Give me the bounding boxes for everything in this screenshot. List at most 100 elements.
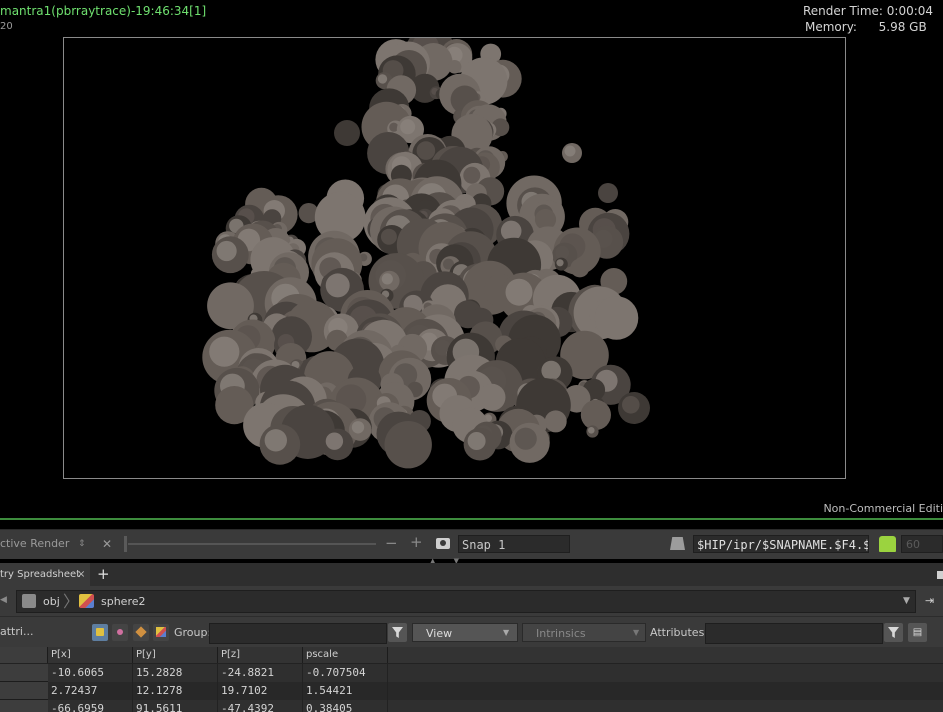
particle-sphere: [570, 258, 590, 278]
particle-highlight: [380, 228, 397, 245]
particle-highlight: [400, 119, 416, 135]
particle-highlight: [377, 74, 388, 84]
particle-highlight: [264, 429, 287, 452]
geometry-spreadsheet: P[x] P[y] P[z] pscale -10.6065 15.2828 -…: [0, 647, 943, 712]
node-label: attri...: [0, 625, 34, 638]
table-row[interactable]: -66.6959 91.5611 -47.4392 0.38405: [0, 700, 943, 712]
particle-sphere: [384, 421, 432, 469]
pane-menu-icon[interactable]: [937, 571, 943, 579]
group-input[interactable]: [209, 623, 387, 644]
spreadsheet-filter-bar: attri... Group: View ▼ Intrinsics ▼ Attr…: [0, 616, 943, 648]
group-label: Group:: [174, 626, 212, 639]
particle-highlight: [325, 273, 350, 298]
particle-highlight: [588, 427, 595, 434]
render-time-value: 0:00:04: [886, 4, 934, 18]
particle-highlight: [216, 240, 237, 262]
table-cell: 15.2828: [133, 664, 218, 682]
obj-network-icon: [22, 594, 36, 608]
particle-highlight: [564, 145, 576, 157]
row-header[interactable]: [0, 700, 48, 712]
table-cell: 19.7102: [218, 682, 303, 700]
column-header-px[interactable]: P[x]: [48, 647, 133, 663]
particle-sphere: [447, 60, 462, 74]
render-stats: Render Time: 0:00:04 Memory: 5.98 GB: [803, 4, 943, 36]
particle-highlight: [381, 273, 393, 285]
chevron-down-icon[interactable]: ▼: [633, 623, 639, 642]
frame-info: 20: [0, 21, 13, 32]
vertices-mode-icon[interactable]: [112, 624, 128, 641]
table-cell: 2.72437: [48, 682, 133, 700]
corner-header: [0, 647, 48, 663]
back-arrow-icon[interactable]: ◀: [0, 595, 7, 605]
particle-sphere: [478, 383, 506, 411]
breadcrumb-obj[interactable]: obj: [43, 591, 60, 612]
camera-snapshot-icon[interactable]: [436, 538, 450, 549]
output-path-field[interactable]: $HIP/ipr/$SNAPNAME.$F4.$S: [693, 535, 869, 553]
port-field[interactable]: 60: [901, 535, 943, 553]
close-tab-icon[interactable]: ×: [77, 563, 85, 586]
render-time-label: Render Time:: [803, 4, 883, 18]
group-filter-icon[interactable]: [388, 623, 407, 642]
breadcrumb-sphere2[interactable]: sphere2: [101, 591, 146, 612]
attributes-label: Attributes:: [650, 626, 709, 639]
viewport-border-line: [0, 518, 943, 520]
geometry-node-icon: [79, 594, 94, 608]
table-cell: -66.6959: [48, 700, 133, 712]
particle-highlight: [209, 336, 240, 367]
tab-label: try Spreadsheet: [0, 569, 81, 580]
particle-highlight: [467, 432, 486, 450]
particle-highlight: [351, 421, 365, 434]
memory-value: 5.98 GB: [878, 20, 927, 34]
points-mode-icon[interactable]: [92, 624, 108, 641]
pin-icon[interactable]: ⇥: [925, 594, 934, 607]
render-image-frame[interactable]: [63, 37, 846, 479]
pane-tab-bar: try Spreadsheet × +: [0, 563, 943, 586]
add-tab-icon[interactable]: +: [97, 565, 110, 583]
detail-mode-icon[interactable]: [153, 624, 169, 641]
snapshot-name-field[interactable]: Snap 1: [458, 535, 570, 553]
memory-label: Memory:: [805, 20, 857, 34]
render-time-row: Render Time: 0:00:04: [803, 4, 943, 20]
table-cell: 0.38405: [303, 700, 388, 712]
render-title: mantra1(pbrraytrace)-19:46:34[1]: [0, 4, 207, 18]
progress-handle[interactable]: [124, 536, 127, 552]
table-cell: 12.1278: [133, 682, 218, 700]
particle-sphere: [580, 399, 612, 430]
column-header-py[interactable]: P[y]: [133, 647, 218, 663]
column-menu-icon[interactable]: ▤: [908, 623, 927, 642]
chevron-down-icon[interactable]: ▼: [503, 623, 509, 642]
particle-sphere: [544, 410, 567, 433]
table-cell: 91.5611: [133, 700, 218, 712]
table-row[interactable]: -10.6065 15.2828 -24.8821 -0.707504: [0, 664, 943, 682]
table-cell: -10.6065: [48, 664, 133, 682]
minus-icon[interactable]: −: [385, 534, 398, 552]
row-header[interactable]: [0, 664, 48, 682]
column-header-pz[interactable]: P[z]: [218, 647, 303, 663]
rendered-particle-cloud: [202, 38, 650, 469]
particle-highlight: [541, 360, 561, 381]
cancel-render-icon[interactable]: ✕: [102, 535, 112, 553]
particle-highlight: [505, 278, 533, 306]
row-header[interactable]: [0, 682, 48, 700]
particle-sphere: [334, 120, 360, 146]
column-header-row: P[x] P[y] P[z] pscale: [0, 647, 943, 664]
updown-chevron-icon[interactable]: ⇕: [78, 535, 86, 553]
chevron-down-icon[interactable]: ▼: [903, 591, 910, 612]
network-path-bar: ◀ obj 〉 sphere2 ▼ ⇥: [0, 586, 943, 616]
particle-highlight: [463, 166, 481, 184]
primitives-mode-icon[interactable]: [133, 624, 149, 641]
table-row[interactable]: 2.72437 12.1278 19.7102 1.54421: [0, 682, 943, 700]
particle-sphere: [598, 183, 618, 203]
save-snapshot-icon[interactable]: [670, 537, 685, 550]
non-commercial-watermark: Non-Commercial Editi: [823, 502, 943, 515]
attributes-input[interactable]: [705, 623, 883, 644]
auto-save-icon[interactable]: [879, 536, 896, 552]
table-cell: -24.8821: [218, 664, 303, 682]
column-header-pscale[interactable]: pscale: [303, 647, 388, 663]
particle-highlight: [514, 427, 537, 450]
particle-highlight: [555, 245, 570, 260]
render-toolbar: ctive Render ⇕ ✕ − + Snap 1 $HIP/ipr/$SN…: [0, 529, 943, 559]
attributes-filter-icon[interactable]: [884, 623, 903, 642]
plus-icon[interactable]: +: [410, 533, 423, 551]
intrinsics-select[interactable]: Intrinsics: [522, 623, 646, 642]
